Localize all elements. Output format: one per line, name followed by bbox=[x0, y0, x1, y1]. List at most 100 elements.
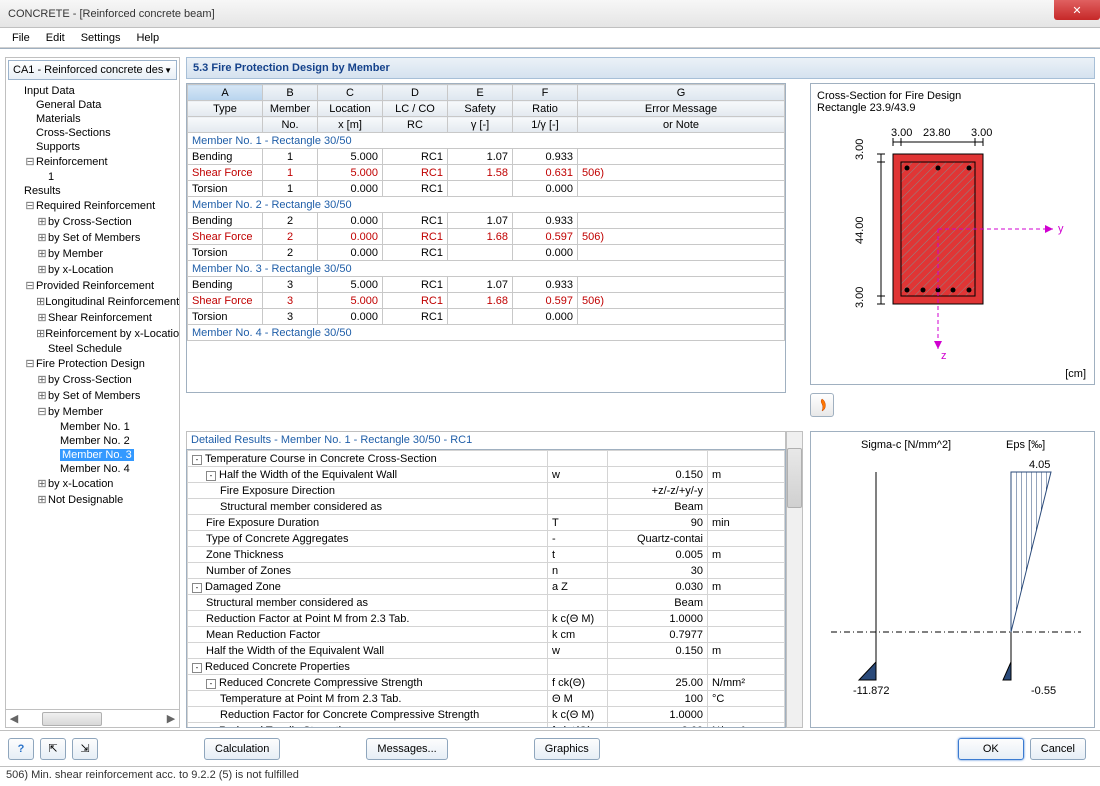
detail-row[interactable]: Zone Thicknesst0.005m bbox=[188, 547, 785, 563]
tree-member-2[interactable]: Member No. 2 bbox=[6, 434, 179, 448]
tree-required-reinf[interactable]: ⊟Required Reinforcement bbox=[6, 198, 179, 214]
messages-button[interactable]: Messages... bbox=[366, 738, 447, 760]
svg-text:Sigma-c [N/mm^2]: Sigma-c [N/mm^2] bbox=[861, 439, 951, 451]
tree-pr-xloc[interactable]: ⊞Reinforcement by x-Location bbox=[6, 326, 179, 342]
tree-supports[interactable]: Supports bbox=[6, 140, 179, 154]
hdr-ratio: Ratio bbox=[513, 101, 578, 117]
tree-fire-design[interactable]: ⊟Fire Protection Design bbox=[6, 356, 179, 372]
collapse-icon[interactable]: - bbox=[192, 583, 202, 593]
table-row[interactable]: Bending35.000RC11.070.933 bbox=[188, 277, 785, 293]
collapse-icon[interactable]: - bbox=[192, 663, 202, 673]
col-D[interactable]: D bbox=[383, 85, 448, 101]
window-title: CONCRETE - [Reinforced concrete beam] bbox=[8, 8, 215, 20]
tree-rr-bymember[interactable]: ⊞by Member bbox=[6, 246, 179, 262]
detail-row[interactable]: Reduction Factor for Concrete Compressiv… bbox=[188, 707, 785, 723]
stress-strain-panel: Sigma-c [N/mm^2] Eps [‰] 4.05 -11.872 -0… bbox=[810, 431, 1095, 728]
collapse-icon[interactable]: - bbox=[192, 455, 202, 465]
tree-reinforcement[interactable]: ⊟Reinforcement bbox=[6, 154, 179, 170]
col-B[interactable]: B bbox=[263, 85, 318, 101]
table-row[interactable]: Bending20.000RC11.070.933 bbox=[188, 213, 785, 229]
case-combo[interactable]: CA1 - Reinforced concrete design ▼ bbox=[8, 60, 177, 80]
table-group-row[interactable]: Member No. 2 - Rectangle 30/50 bbox=[188, 197, 785, 213]
tree-fd-bymember[interactable]: ⊟by Member bbox=[6, 404, 179, 420]
import-button[interactable]: ⇲ bbox=[72, 738, 98, 760]
detail-row[interactable]: Structural member considered asBeam bbox=[188, 595, 785, 611]
table-group-row[interactable]: Member No. 3 - Rectangle 30/50 bbox=[188, 261, 785, 277]
section-header: 5.3 Fire Protection Design by Member bbox=[186, 57, 1095, 79]
table-group-row[interactable]: Member No. 1 - Rectangle 30/50 bbox=[188, 133, 785, 149]
table-row[interactable]: Torsion30.000RC10.000 bbox=[188, 309, 785, 325]
detail-row[interactable]: -Damaged Zonea Z0.030m bbox=[188, 579, 785, 595]
table-row[interactable]: Shear Force20.000RC11.680.597506) bbox=[188, 229, 785, 245]
detail-row[interactable]: Structural member considered asBeam bbox=[188, 499, 785, 515]
tree-not-designable[interactable]: ⊞Not Designable bbox=[6, 492, 179, 508]
scroll-thumb[interactable] bbox=[42, 712, 102, 726]
tree-fd-byxloc[interactable]: ⊞by x-Location bbox=[6, 476, 179, 492]
detail-row[interactable]: Reduction Factor at Point M from 2.3 Tab… bbox=[188, 611, 785, 627]
menu-file[interactable]: File bbox=[4, 30, 38, 46]
tree-pr-shear[interactable]: ⊞Shear Reinforcement bbox=[6, 310, 179, 326]
detail-row[interactable]: Mean Reduction Factork cm0.7977 bbox=[188, 627, 785, 643]
detail-row[interactable]: Half the Width of the Equivalent Wallw0.… bbox=[188, 643, 785, 659]
detail-row[interactable]: -Temperature Course in Concrete Cross-Se… bbox=[188, 451, 785, 467]
menu-edit[interactable]: Edit bbox=[38, 30, 73, 46]
col-F[interactable]: F bbox=[513, 85, 578, 101]
col-C[interactable]: C bbox=[318, 85, 383, 101]
export-button[interactable]: ⇱ bbox=[40, 738, 66, 760]
tree-member-1[interactable]: Member No. 1 bbox=[6, 420, 179, 434]
tree-materials[interactable]: Materials bbox=[6, 112, 179, 126]
tree-results[interactable]: Results bbox=[6, 184, 179, 198]
scroll-thumb[interactable] bbox=[787, 448, 802, 508]
detail-row[interactable]: -Reduced Tensile Strengthf ck,t(Θ)2.60N/… bbox=[188, 723, 785, 729]
detail-row[interactable]: -Half the Width of the Equivalent Wallw0… bbox=[188, 467, 785, 483]
tree-input-data[interactable]: Input Data bbox=[6, 84, 179, 98]
detail-row[interactable]: Fire Exposure Direction+z/-z/+y/-y bbox=[188, 483, 785, 499]
svg-text:3.00: 3.00 bbox=[854, 139, 866, 160]
tree-rr-byset[interactable]: ⊞by Set of Members bbox=[6, 230, 179, 246]
menu-settings[interactable]: Settings bbox=[73, 30, 129, 46]
collapse-icon[interactable]: - bbox=[206, 471, 216, 481]
graphics-button[interactable]: Graphics bbox=[534, 738, 600, 760]
tree-pr-long[interactable]: ⊞Longitudinal Reinforcement bbox=[6, 294, 179, 310]
detail-row[interactable]: Fire Exposure DurationT90min bbox=[188, 515, 785, 531]
cancel-button[interactable]: Cancel bbox=[1030, 738, 1086, 760]
table-row[interactable]: Bending15.000RC11.070.933 bbox=[188, 149, 785, 165]
table-row[interactable]: Torsion20.000RC10.000 bbox=[188, 245, 785, 261]
table-row[interactable]: Shear Force35.000RC11.680.597506) bbox=[188, 293, 785, 309]
detail-row[interactable]: Number of Zonesn30 bbox=[188, 563, 785, 579]
tree-rr-bycross[interactable]: ⊞by Cross-Section bbox=[6, 214, 179, 230]
col-E[interactable]: E bbox=[448, 85, 513, 101]
collapse-icon[interactable]: - bbox=[206, 727, 216, 729]
nav-hscroll[interactable]: ◀ ▶ bbox=[6, 709, 179, 727]
tree-member-4[interactable]: Member No. 4 bbox=[6, 462, 179, 476]
calculation-button[interactable]: Calculation bbox=[204, 738, 280, 760]
table-row[interactable]: Shear Force15.000RC11.580.631506) bbox=[188, 165, 785, 181]
tree-member-3[interactable]: Member No. 3 bbox=[6, 448, 179, 462]
tree-rr-byxloc[interactable]: ⊞by x-Location bbox=[6, 262, 179, 278]
detail-row[interactable]: -Reduced Concrete Properties bbox=[188, 659, 785, 675]
section-title: 5.3 Fire Protection Design by Member bbox=[193, 62, 390, 74]
col-G[interactable]: G bbox=[578, 85, 785, 101]
table-group-row[interactable]: Member No. 4 - Rectangle 30/50 bbox=[188, 325, 785, 341]
ok-button[interactable]: OK bbox=[958, 738, 1024, 760]
detail-row[interactable]: Temperature at Point M from 2.3 Tab.Θ M1… bbox=[188, 691, 785, 707]
tree-reinf-1[interactable]: 1 bbox=[6, 170, 179, 184]
detail-row[interactable]: -Reduced Concrete Compressive Strengthf … bbox=[188, 675, 785, 691]
col-A[interactable]: A bbox=[188, 85, 263, 101]
tree-fd-bycross[interactable]: ⊞by Cross-Section bbox=[6, 372, 179, 388]
tree-provided-reinf[interactable]: ⊟Provided Reinforcement bbox=[6, 278, 179, 294]
help-button[interactable]: ? bbox=[8, 738, 34, 760]
cross-section-drawing: 3.00 23.80 3.00 3.00 44.00 3.00 y z bbox=[823, 124, 1083, 374]
tree-pr-sched[interactable]: Steel Schedule bbox=[6, 342, 179, 356]
detail-row[interactable]: Type of Concrete Aggregates-Quartz-conta… bbox=[188, 531, 785, 547]
menu-help[interactable]: Help bbox=[128, 30, 167, 46]
close-button[interactable]: ✕ bbox=[1054, 0, 1100, 20]
collapse-icon[interactable]: - bbox=[206, 679, 216, 689]
help-icon: ? bbox=[18, 743, 25, 755]
table-row[interactable]: Torsion10.000RC10.000 bbox=[188, 181, 785, 197]
tree-cross-sections[interactable]: Cross-Sections bbox=[6, 126, 179, 140]
tree-fd-byset[interactable]: ⊞by Set of Members bbox=[6, 388, 179, 404]
fire-button[interactable] bbox=[810, 393, 834, 417]
tree-general-data[interactable]: General Data bbox=[6, 98, 179, 112]
detail-vscroll[interactable] bbox=[786, 431, 803, 728]
